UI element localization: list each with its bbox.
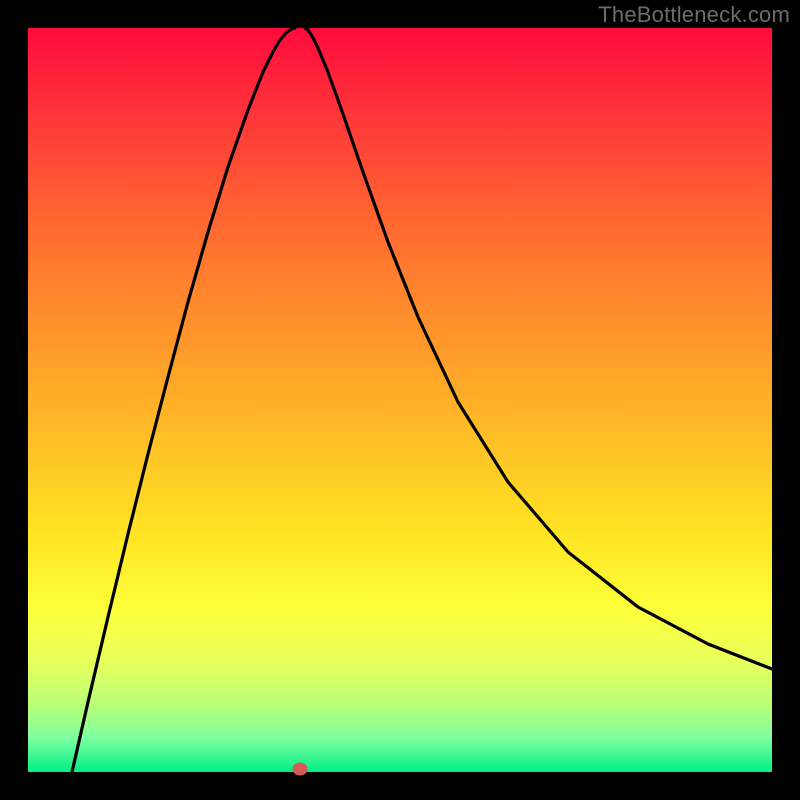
plot-area [28, 28, 772, 772]
watermark-text: TheBottleneck.com [598, 2, 790, 28]
minimum-marker [293, 763, 308, 776]
bottleneck-curve [28, 28, 772, 772]
curve-right [305, 28, 772, 669]
chart-frame: TheBottleneck.com [0, 0, 800, 800]
curve-left [72, 28, 295, 772]
